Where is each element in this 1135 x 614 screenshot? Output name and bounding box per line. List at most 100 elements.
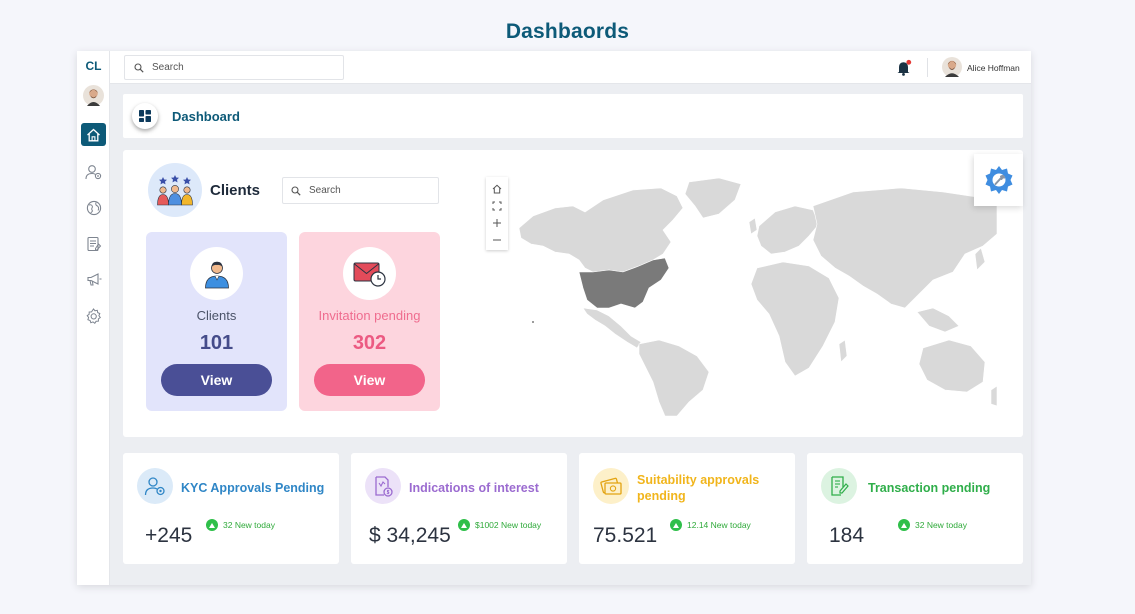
clients-group-icon-wrap bbox=[148, 163, 202, 217]
sidebar-item-users[interactable] bbox=[81, 160, 106, 183]
selection-icon bbox=[492, 201, 502, 210]
kyc-icon-wrap bbox=[137, 468, 173, 504]
kyc-new-today: 32 New today bbox=[206, 519, 275, 531]
mail-clock-icon bbox=[353, 262, 386, 287]
client-person-icon bbox=[204, 261, 229, 288]
app-logo[interactable]: CL bbox=[77, 59, 110, 73]
map-region-south-america bbox=[638, 339, 710, 416]
view-clients-button[interactable]: View bbox=[161, 364, 272, 396]
invitation-tile-label: Invitation pending bbox=[318, 308, 421, 323]
settings-floating-button[interactable] bbox=[974, 154, 1023, 206]
cash-icon bbox=[600, 477, 622, 495]
suitability-new-today: 12.14 New today bbox=[670, 519, 751, 531]
contract-icon bbox=[831, 476, 849, 496]
map-select-button[interactable] bbox=[488, 197, 506, 214]
sidebar-item-globe[interactable] bbox=[81, 196, 106, 219]
megaphone-icon bbox=[86, 273, 101, 286]
map-region-asia bbox=[812, 187, 997, 309]
up-arrow-icon bbox=[458, 519, 470, 531]
zoom-out-icon bbox=[493, 239, 501, 240]
map-region-hawaii bbox=[532, 321, 534, 323]
indications-icon-wrap bbox=[365, 468, 401, 504]
user-gear-icon bbox=[144, 477, 165, 496]
clients-tile-label: Clients bbox=[196, 308, 237, 323]
map-home-button[interactable] bbox=[488, 180, 506, 197]
topbar-divider bbox=[927, 58, 928, 77]
kyc-title: KYC Approvals Pending bbox=[181, 481, 325, 495]
dashboard-label: Dashboard bbox=[172, 109, 240, 124]
indications-new-today: $1002 New today bbox=[458, 519, 541, 531]
notification-bell-icon[interactable] bbox=[896, 59, 912, 76]
suitability-new-today-text: 12.14 New today bbox=[687, 520, 751, 530]
map-zoom-out-button[interactable] bbox=[488, 231, 506, 248]
dashboard-grid-icon bbox=[139, 110, 151, 122]
map-region-africa bbox=[750, 261, 840, 377]
up-arrow-icon bbox=[670, 519, 682, 531]
transaction-value: 184 bbox=[829, 524, 865, 547]
clients-panel: Clients Clients 101 View bbox=[123, 150, 1023, 437]
indications-new-today-text: $1002 New today bbox=[475, 520, 542, 530]
sidebar-item-documents[interactable] bbox=[81, 232, 106, 255]
clients-tile-value: 101 bbox=[199, 332, 234, 354]
global-search-input[interactable] bbox=[152, 62, 312, 73]
gear-icon bbox=[86, 308, 102, 325]
global-search[interactable] bbox=[124, 55, 344, 80]
notification-dot bbox=[906, 59, 912, 65]
settings-gear-wrench-icon bbox=[985, 166, 1012, 194]
kyc-new-today-text: 32 New today bbox=[223, 520, 275, 530]
clients-title: Clients bbox=[210, 182, 261, 199]
user-settings-icon bbox=[84, 164, 101, 179]
world-map[interactable] bbox=[513, 176, 997, 416]
clients-count-tile: Clients 101 View bbox=[146, 232, 287, 411]
kyc-value: +245 bbox=[145, 524, 193, 547]
map-region-uk bbox=[748, 217, 758, 235]
metric-card-transaction[interactable]: Transaction pending 184 32 New today bbox=[807, 453, 1023, 564]
indications-value: $ 34,245 bbox=[369, 524, 451, 547]
transaction-new-today-text: 32 New today bbox=[915, 520, 967, 530]
invitation-icon-wrap bbox=[343, 247, 396, 300]
sidebar-item-announcements[interactable] bbox=[81, 268, 106, 291]
map-region-central-america bbox=[582, 307, 642, 349]
sidebar-avatar[interactable] bbox=[83, 85, 104, 106]
dashboard-header: Dashboard bbox=[123, 94, 1023, 138]
invitation-pending-tile: Invitation pending 302 View bbox=[299, 232, 440, 411]
map-zoom-in-button[interactable] bbox=[488, 214, 506, 231]
metric-card-suitability[interactable]: Suitability approvals pending 75.521 12.… bbox=[579, 453, 795, 564]
money-document-icon bbox=[375, 476, 393, 497]
zoom-in-icon bbox=[493, 218, 501, 227]
invitation-tile-value: 302 bbox=[352, 332, 387, 354]
page-title: Dashbaords bbox=[505, 20, 630, 43]
map-region-japan bbox=[974, 247, 986, 271]
user-name[interactable]: Alice Hoffman bbox=[967, 63, 1020, 73]
transaction-title: Transaction pending bbox=[868, 481, 991, 495]
metric-card-indications[interactable]: Indications of interest $ 34,245 $1002 N… bbox=[351, 453, 567, 564]
home-icon bbox=[492, 184, 502, 193]
transaction-icon-wrap bbox=[821, 468, 857, 504]
map-controls bbox=[486, 177, 508, 250]
sidebar-item-home[interactable] bbox=[81, 123, 106, 146]
document-icon bbox=[86, 236, 101, 251]
map-region-australia bbox=[918, 339, 986, 393]
client-icon-wrap bbox=[190, 247, 243, 300]
suitability-title: Suitability approvals pending bbox=[637, 473, 760, 503]
dashboard-icon-button[interactable] bbox=[132, 103, 158, 129]
up-arrow-icon bbox=[898, 519, 910, 531]
suitability-icon-wrap bbox=[593, 468, 629, 504]
sidebar-item-settings[interactable] bbox=[81, 305, 106, 328]
globe-icon bbox=[86, 200, 101, 215]
search-icon bbox=[134, 62, 144, 73]
map-region-southeast-asia bbox=[916, 307, 960, 333]
transaction-new-today: 32 New today bbox=[898, 519, 967, 531]
clients-search-input[interactable] bbox=[309, 185, 429, 196]
metric-card-kyc[interactable]: KYC Approvals Pending +245 32 New today bbox=[123, 453, 339, 564]
clients-group-icon bbox=[157, 175, 193, 206]
app-window: CL Search Alice Hoffman Dashboard Client… bbox=[77, 51, 1031, 585]
clients-search[interactable] bbox=[282, 177, 439, 204]
map-region-greenland bbox=[684, 177, 742, 219]
user-avatar[interactable] bbox=[942, 57, 962, 77]
sidebar: CL bbox=[77, 51, 110, 585]
up-arrow-icon bbox=[206, 519, 218, 531]
map-region-madagascar bbox=[838, 339, 848, 363]
view-invitations-button[interactable]: View bbox=[314, 364, 425, 396]
home-icon bbox=[87, 128, 100, 141]
